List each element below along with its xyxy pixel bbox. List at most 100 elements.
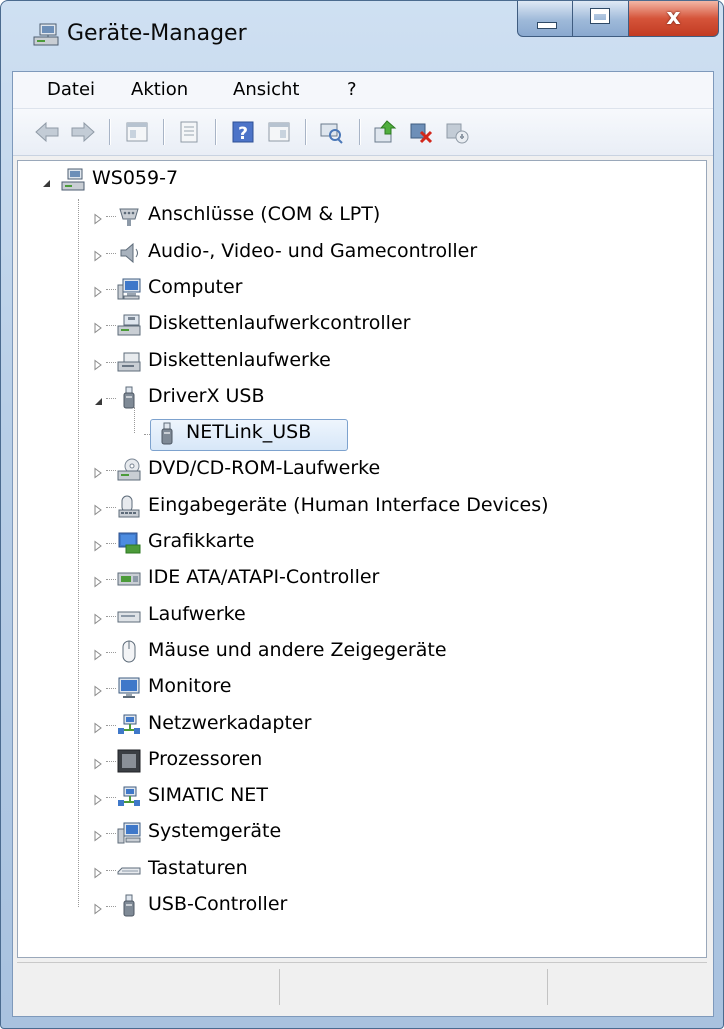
tree-item-monitore[interactable]: Monitore [18,671,704,703]
forward-arrow-icon[interactable] [69,118,97,146]
tree-connector [106,543,116,544]
menu-help-label: ? [347,79,357,100]
tree-item-tastaturen[interactable]: Tastaturen [18,853,704,885]
status-segment [547,969,548,1005]
tree-item-dvd-cd-rom-laufwerke[interactable]: DVD/CD-ROM-Laufwerke [18,453,704,485]
scan-hardware-changes-icon[interactable] [317,118,345,146]
maximize-button[interactable] [573,1,629,37]
tree-item-label: Diskettenlaufwerke [148,348,331,371]
tree-item-prozessoren[interactable]: Prozessoren [18,744,704,776]
expand-arrow-icon[interactable] [92,791,104,806]
expand-arrow-icon[interactable] [92,537,104,552]
collapse-arrow-icon[interactable] [92,392,104,405]
tree-item-ws059-7[interactable]: WS059-7 [18,163,704,195]
tree-item-ide-ata-atapi-controller[interactable]: IDE ATA/ATAPI-Controller [18,562,704,594]
tree-item-netzwerkadapter[interactable]: Netzwerkadapter [18,708,704,740]
tree-connector [106,651,116,653]
tree-connector [106,361,116,363]
menu-ansicht[interactable]: Ansicht [233,79,299,100]
tree-item-label: Anschlüsse (COM & LPT) [148,203,381,226]
tree-item-label: SIMATIC NET [148,784,268,807]
maximize-icon [590,8,610,24]
tree-item-label: Laufwerke [148,602,246,625]
show-hide-console-tree-icon[interactable] [123,118,151,146]
title-bar[interactable]: Geräte-Manager x [1,1,723,73]
tree-item-label: DriverX USB [148,384,265,407]
disable-device-icon[interactable] [443,118,471,146]
device-manager-icon [33,23,59,46]
computer-network-icon [60,167,86,193]
tree-item-label: NETLink_USB [186,421,312,444]
tree-item-label: Computer [148,275,243,298]
menu-aktion[interactable]: Aktion [131,79,188,100]
expand-arrow-icon[interactable] [92,755,104,770]
expand-arrow-icon[interactable] [92,827,104,842]
expand-arrow-icon[interactable] [92,864,104,879]
expand-arrow-icon[interactable] [92,682,104,697]
tree-item-diskettenlaufwerke[interactable]: Diskettenlaufwerke [18,345,704,377]
menu-ansicht-label: Ansicht [233,79,300,100]
expand-arrow-icon[interactable] [92,464,104,479]
floppy-drive-icon [116,349,142,375]
menu-datei[interactable]: Datei [47,79,95,100]
expand-arrow-icon[interactable] [92,356,104,370]
expand-arrow-icon[interactable] [92,719,104,733]
tree-item-computer[interactable]: Computer [18,272,704,304]
expand-arrow-icon[interactable] [92,247,104,262]
toolbar-separator [163,119,164,145]
properties-icon[interactable] [175,118,203,146]
tree-item-anschlusse-com-lpt[interactable]: Anschlüsse (COM & LPT) [18,199,704,231]
tree-item-label: Grafikkarte [148,530,255,552]
tree-item-driverx-usb[interactable]: DriverX USB [18,381,704,413]
tree-item-netlink-usb[interactable]: NETLink_USB [18,417,704,452]
tree-connector [106,797,116,799]
tree-item-diskettenlaufwerkcontroller[interactable]: Diskettenlaufwerkcontroller [18,308,704,340]
toolbar-separator [109,119,110,145]
tree-item-label: Eingabegeräte (Human Interface Devices) [148,493,549,516]
help-icon[interactable]: ? [229,118,257,146]
network-adapter-icon [116,712,142,738]
tree-connector [106,325,116,327]
show-action-pane-icon[interactable] [265,118,293,146]
disk-drive-icon [116,603,142,629]
tree-connector [106,906,116,907]
tree-item-eingabegerate-human-interface-devices[interactable]: Eingabegeräte (Human Interface Devices) [18,490,704,522]
close-icon: x [666,5,681,30]
tree-item-grafikkarte[interactable]: Grafikkarte [18,526,704,558]
tree-item-audio-video-und-gamecontroller[interactable]: Audio-, Video- und Gamecontroller [18,236,704,268]
collapse-arrow-icon[interactable] [40,174,52,187]
client-area: Datei Aktion Ansicht ? ? WS059-7 Anschlü… [12,71,714,1017]
tree-connector [106,724,116,726]
expand-arrow-icon[interactable] [92,646,104,661]
tree-item-mause-und-andere-zeigegerate[interactable]: Mäuse und andere Zeigegeräte [18,635,704,667]
expand-arrow-icon[interactable] [92,501,104,516]
expand-arrow-icon[interactable] [92,573,104,588]
update-driver-icon[interactable] [371,118,399,146]
tree-item-simatic-net[interactable]: SIMATIC NET [18,780,704,812]
expand-arrow-icon[interactable] [92,210,104,225]
menu-bar: Datei Aktion Ansicht ? [13,72,713,109]
usb-plug-icon [116,893,142,919]
tree-item-label: Systemgeräte [148,820,282,843]
expand-arrow-icon[interactable] [92,319,104,334]
expand-arrow-icon[interactable] [92,610,104,625]
tree-connector [106,506,116,508]
tree-connector [106,470,116,472]
close-button[interactable]: x [629,1,719,37]
processor-icon [116,748,142,774]
expand-arrow-icon[interactable] [92,900,104,915]
expand-arrow-icon[interactable] [92,283,104,298]
minimize-button[interactable] [517,1,573,37]
tree-item-usb-controller[interactable]: USB-Controller [18,889,704,921]
back-arrow-icon[interactable] [33,118,61,146]
device-tree[interactable]: WS059-7 Anschlüsse (COM & LPT) Audio-, Vid… [17,160,707,958]
toolbar: ? [13,109,713,156]
tree-item-laufwerke[interactable]: Laufwerke [18,599,704,631]
uninstall-device-icon[interactable] [407,118,435,146]
tree-connector [106,833,116,835]
computer-icon [116,276,142,302]
menu-help[interactable]: ? [347,79,357,100]
tree-item-systemgerate[interactable]: Systemgeräte [18,816,704,848]
mouse-icon [116,639,142,665]
tree-item-label: WS059-7 [92,167,179,189]
